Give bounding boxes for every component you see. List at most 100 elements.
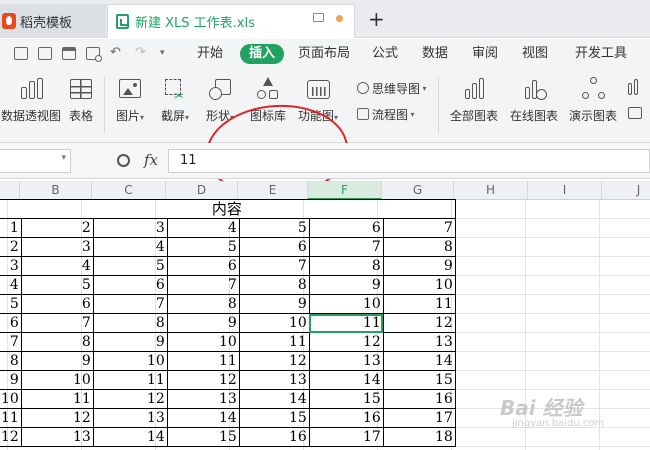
column-header-d[interactable]: D — [166, 181, 238, 200]
table-cell[interactable]: 3 — [20, 237, 94, 257]
table-cell[interactable]: 15 — [166, 427, 240, 447]
formula-input[interactable]: 11 — [168, 149, 650, 173]
chart-more-button[interactable] — [622, 69, 650, 143]
table-cell[interactable]: 12 — [20, 408, 94, 428]
print-icon[interactable] — [62, 47, 76, 60]
table-cell[interactable]: 7 — [308, 237, 384, 257]
shape-button[interactable]: 形状▾ — [200, 69, 240, 143]
zoom-icon[interactable] — [117, 154, 130, 167]
row-number-cell[interactable]: 1 — [0, 218, 22, 238]
tab-developer[interactable]: 开发工具 — [575, 44, 627, 64]
column-header-h[interactable]: H — [454, 181, 528, 200]
table-cell[interactable]: 7 — [166, 275, 240, 295]
table-cell[interactable]: 11 — [20, 389, 94, 409]
name-box[interactable]: ▾ — [0, 149, 71, 173]
row-number-cell[interactable]: 4 — [0, 275, 22, 295]
table-cell[interactable]: 10 — [382, 275, 456, 295]
table-cell[interactable]: 6 — [92, 275, 168, 295]
print-preview-icon[interactable] — [86, 47, 102, 62]
table-cell[interactable]: 8 — [92, 313, 168, 333]
tab-data[interactable]: 数据 — [422, 44, 448, 64]
tab-template[interactable]: 稻壳模板 — [0, 4, 106, 38]
row-number-cell[interactable]: 7 — [0, 332, 22, 352]
table-cell[interactable]: 6 — [20, 294, 94, 314]
table-cell[interactable]: 9 — [20, 351, 94, 371]
table-cell[interactable]: 4 — [92, 237, 168, 257]
row-number-cell[interactable]: 8 — [0, 351, 22, 371]
table-cell[interactable]: 12 — [308, 332, 384, 352]
table-cell[interactable]: 6 — [238, 237, 310, 257]
row-number-cell[interactable]: 5 — [0, 294, 22, 314]
function-chart-button[interactable]: 功能图▾ — [296, 69, 340, 143]
table-cell[interactable]: 5 — [238, 218, 310, 238]
row-number-cell[interactable]: 10 — [0, 389, 22, 409]
icon-library-button[interactable]: 图标库 — [248, 69, 288, 143]
column-header-f[interactable]: F — [308, 181, 382, 200]
table-cell[interactable]: 10 — [166, 332, 240, 352]
table-cell[interactable]: 2 — [20, 218, 94, 238]
undo-icon[interactable]: ↶ — [110, 45, 121, 60]
select-all-corner[interactable] — [0, 181, 20, 200]
table-cell[interactable]: 7 — [92, 294, 168, 314]
customize-dropdown-icon[interactable]: ▾ — [160, 48, 165, 58]
table-cell[interactable]: 12 — [166, 370, 240, 390]
table-title[interactable]: 内容 — [0, 199, 456, 219]
table-cell[interactable]: 5 — [166, 237, 240, 257]
table-cell[interactable]: 7 — [382, 218, 456, 238]
table-cell[interactable]: 12 — [382, 313, 456, 333]
table-button[interactable]: 表格 — [66, 69, 96, 143]
table-cell[interactable]: 14 — [382, 351, 456, 371]
tab-insert[interactable]: 插入 — [240, 44, 285, 64]
all-charts-button[interactable]: 全部图表 — [446, 69, 502, 143]
table-cell[interactable]: 11 — [308, 313, 384, 333]
table-cell[interactable]: 12 — [92, 389, 168, 409]
table-cell[interactable]: 9 — [92, 332, 168, 352]
table-cell[interactable]: 11 — [238, 332, 310, 352]
column-header-i[interactable]: I — [528, 181, 602, 200]
table-cell[interactable]: 15 — [382, 370, 456, 390]
table-cell[interactable]: 13 — [92, 408, 168, 428]
table-cell[interactable]: 14 — [92, 427, 168, 447]
table-cell[interactable]: 3 — [92, 218, 168, 238]
table-cell[interactable]: 6 — [166, 256, 240, 276]
mind-map-button[interactable]: 思维导图 ▾ — [357, 79, 427, 97]
table-cell[interactable]: 14 — [238, 389, 310, 409]
table-cell[interactable]: 5 — [92, 256, 168, 276]
screenshot-button[interactable]: ✂ 截屏▾ — [155, 69, 195, 143]
row-number-cell[interactable]: 9 — [0, 370, 22, 390]
table-cell[interactable]: 8 — [382, 237, 456, 257]
table-cell[interactable]: 16 — [308, 408, 384, 428]
table-cell[interactable]: 13 — [166, 389, 240, 409]
demo-charts-button[interactable]: 演示图表 — [565, 69, 621, 143]
save-icon[interactable] — [14, 47, 28, 60]
table-cell[interactable]: 14 — [166, 408, 240, 428]
online-charts-button[interactable]: 在线图表 — [506, 69, 562, 143]
table-cell[interactable]: 11 — [166, 351, 240, 371]
table-cell[interactable]: 13 — [382, 332, 456, 352]
tab-review[interactable]: 审阅 — [472, 44, 498, 64]
tab-formulas[interactable]: 公式 — [372, 44, 398, 64]
column-header-c[interactable]: C — [92, 181, 166, 200]
pivot-chart-button[interactable]: 数据透视图 — [0, 69, 62, 143]
table-cell[interactable]: 4 — [20, 256, 94, 276]
column-header-b[interactable]: B — [20, 181, 92, 200]
column-header-g[interactable]: G — [382, 181, 454, 200]
flowchart-button[interactable]: 流程图 ▾ — [357, 105, 415, 123]
table-cell[interactable]: 7 — [20, 313, 94, 333]
table-cell[interactable]: 6 — [308, 218, 384, 238]
row-number-cell[interactable]: 3 — [0, 256, 22, 276]
row-number-cell[interactable]: 6 — [0, 313, 22, 333]
table-cell[interactable]: 8 — [308, 256, 384, 276]
table-cell[interactable]: 15 — [238, 408, 310, 428]
row-number-cell[interactable]: 11 — [0, 408, 22, 428]
table-cell[interactable]: 14 — [308, 370, 384, 390]
row-number-cell[interactable]: 12 — [0, 427, 22, 447]
table-cell[interactable]: 8 — [20, 332, 94, 352]
redo-icon[interactable]: ↷ — [135, 45, 146, 60]
table-cell[interactable]: 8 — [238, 275, 310, 295]
table-cell[interactable]: 9 — [382, 256, 456, 276]
table-cell[interactable]: 9 — [166, 313, 240, 333]
table-cell[interactable]: 13 — [238, 370, 310, 390]
tab-home[interactable]: 开始 — [197, 44, 223, 64]
table-cell[interactable]: 7 — [238, 256, 310, 276]
